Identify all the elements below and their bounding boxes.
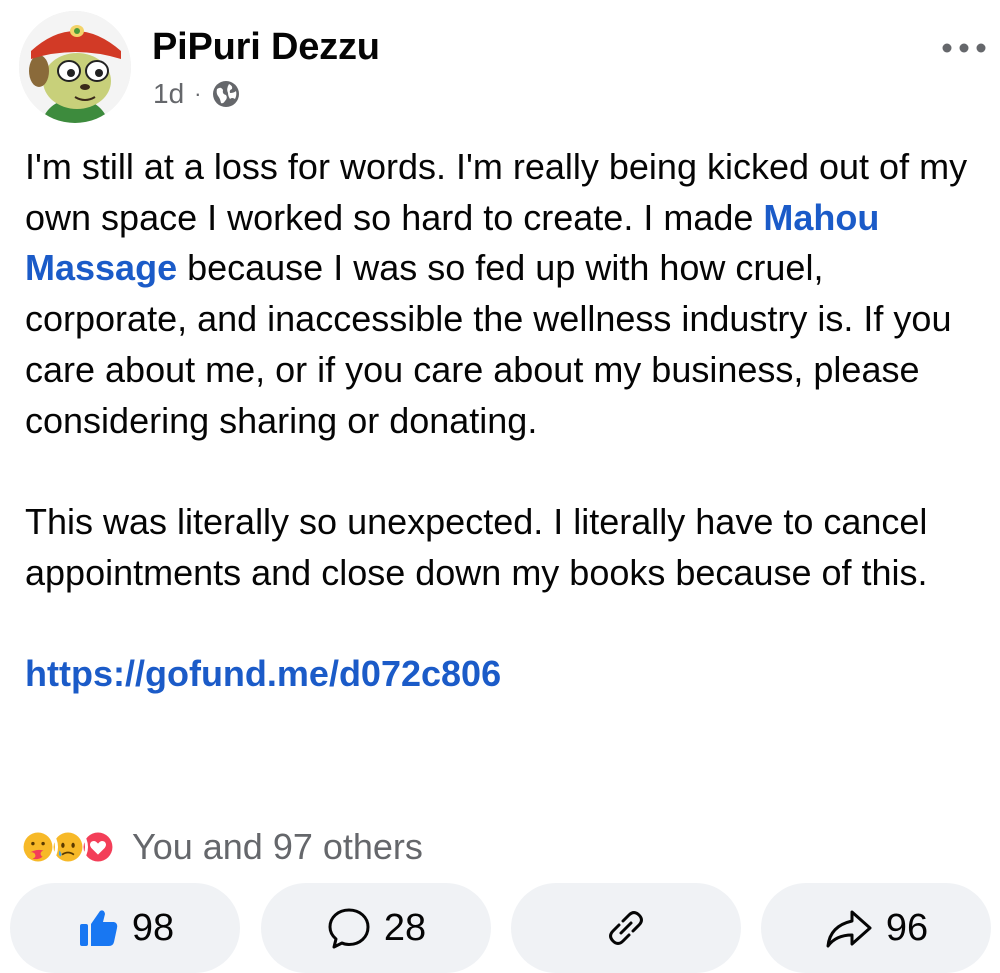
gofundme-link[interactable]: https://gofund.me/d072c806 (25, 653, 501, 694)
share-count: 96 (885, 906, 929, 949)
link-icon (609, 911, 643, 945)
avatar-image (19, 11, 131, 123)
globe-icon (213, 81, 240, 107)
post-time[interactable]: 1d (153, 78, 184, 110)
share-arrow-icon (826, 910, 872, 948)
reactions-text: You and 97 others (132, 826, 423, 867)
post-meta: 1d · (153, 78, 241, 110)
comment-button[interactable]: 28 (261, 883, 491, 973)
share-button[interactable]: 96 (761, 883, 991, 973)
post-body: I'm still at a loss for words. I'm reall… (25, 142, 975, 700)
post-paragraph: I'm still at a loss for words. I'm reall… (25, 142, 975, 446)
like-button[interactable]: 98 (10, 883, 240, 973)
comment-icon (328, 908, 370, 949)
reactions-summary[interactable]: You and 97 others (18, 826, 423, 868)
thumbs-up-icon (79, 910, 118, 946)
action-bar: 98 28 96 (0, 883, 1000, 973)
avatar[interactable] (19, 11, 131, 123)
author-name[interactable]: PiPuri Dezzu (152, 26, 380, 69)
care-emoji-icon (18, 827, 58, 867)
like-count: 98 (131, 906, 175, 949)
more-options-icon[interactable] (940, 28, 990, 68)
comment-count: 28 (383, 906, 427, 949)
reaction-icons (18, 827, 118, 867)
copy-link-button[interactable] (511, 883, 741, 973)
post-paragraph: This was literally so unexpected. I lite… (25, 500, 928, 593)
meta-separator: · (194, 81, 202, 106)
